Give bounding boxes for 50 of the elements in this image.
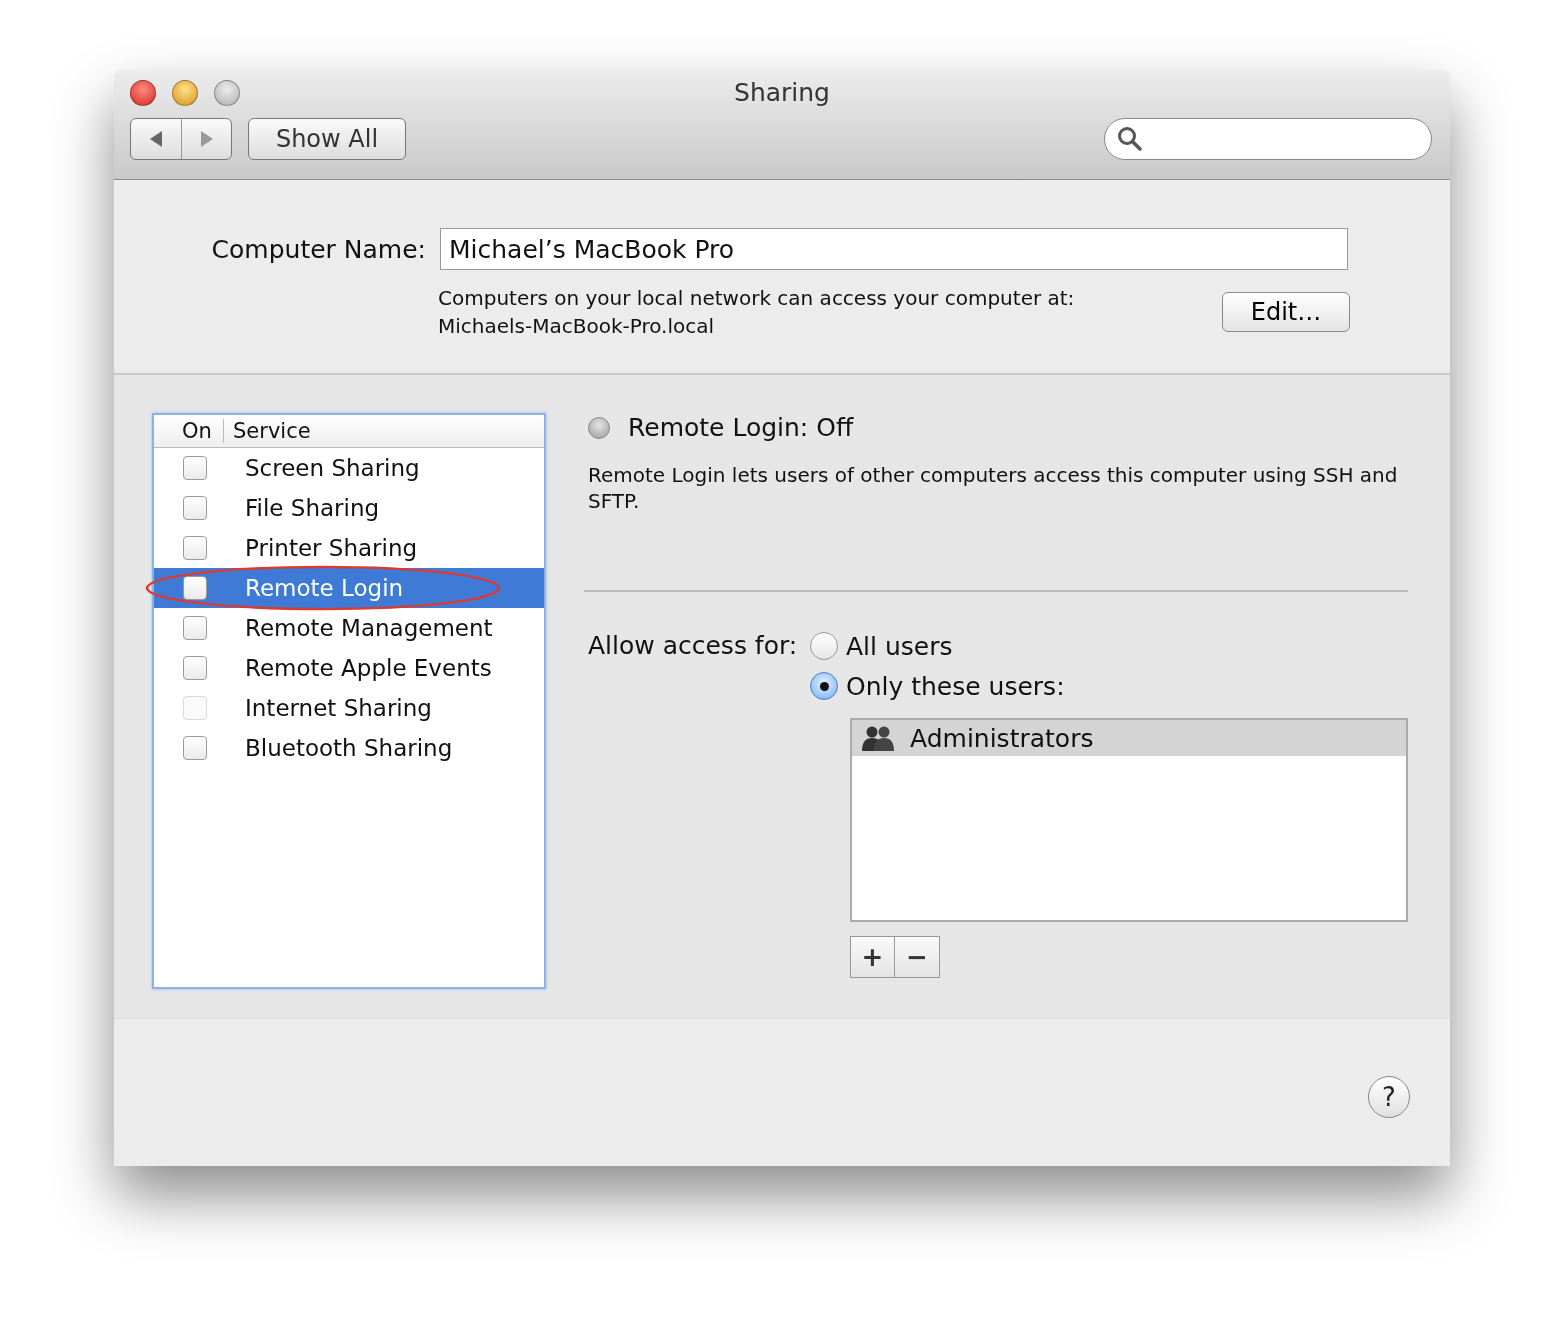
status-label: Remote Login: Off	[628, 413, 854, 442]
checkbox[interactable]	[183, 736, 207, 760]
service-name: Remote Management	[245, 615, 493, 641]
computer-name-label: Computer Name:	[210, 234, 426, 264]
description-text: Remote Login lets users of other computers access this computer using SSH and SFTP.	[588, 462, 1399, 514]
radio-label[interactable]: Only these users:	[846, 671, 1065, 701]
window-title: Sharing	[734, 78, 830, 107]
radio-button[interactable]	[810, 672, 838, 700]
service-name: Remote Login	[245, 575, 404, 601]
back-arrow-icon	[148, 130, 164, 148]
computer-name-field[interactable]: Michael’s MacBook Pro	[440, 228, 1348, 270]
checkbox[interactable]	[183, 656, 207, 680]
service-row[interactable]: Printer Sharing	[154, 528, 544, 568]
checkbox[interactable]	[183, 456, 207, 480]
add-button[interactable]: +	[850, 936, 895, 978]
search-field[interactable]	[1104, 118, 1432, 160]
close-button[interactable]	[130, 80, 156, 106]
service-row[interactable]: File Sharing	[154, 488, 544, 528]
access-label: Allow access for:	[588, 630, 799, 662]
user-name: Administrators	[910, 723, 1094, 753]
service-name: Remote Apple Events	[245, 655, 492, 681]
service-name: Screen Sharing	[245, 455, 420, 481]
checkbox[interactable]	[183, 496, 207, 520]
remove-button[interactable]: −	[895, 936, 940, 978]
minimize-button[interactable]	[172, 80, 198, 106]
service-name: File Sharing	[245, 495, 380, 521]
service-name: Internet Sharing	[245, 695, 432, 721]
checkbox[interactable]	[183, 536, 207, 560]
radio-label[interactable]: All users	[846, 631, 953, 661]
user-row[interactable]: Administrators	[852, 720, 1406, 756]
zoom-button[interactable]	[214, 80, 240, 106]
service-row[interactable]: Remote Management	[154, 608, 544, 648]
column-header[interactable]: On	[154, 419, 224, 443]
help-button[interactable]: ?	[1368, 1076, 1410, 1118]
search-icon	[1117, 126, 1143, 152]
show-all-button[interactable]: Show All	[248, 118, 406, 160]
group-icon	[862, 725, 894, 751]
network-address: Michaels-MacBook-Pro.local	[438, 313, 716, 340]
service-row[interactable]: Bluetooth Sharing	[154, 728, 544, 768]
service-row[interactable]: Remote Apple Events	[154, 648, 544, 688]
radio-button[interactable]	[810, 632, 838, 660]
edit-button[interactable]: Edit…	[1222, 292, 1350, 332]
service-row[interactable]: Screen Sharing	[154, 448, 544, 488]
forward-arrow-icon	[198, 130, 215, 148]
checkbox[interactable]	[183, 576, 207, 600]
network-note: Computers on your local network can access your computer at:	[438, 285, 1076, 312]
service-name: Printer Sharing	[245, 535, 418, 561]
service-name: Bluetooth Sharing	[245, 735, 453, 761]
column-header[interactable]: Service	[224, 419, 311, 443]
checkbox[interactable]	[183, 616, 207, 640]
